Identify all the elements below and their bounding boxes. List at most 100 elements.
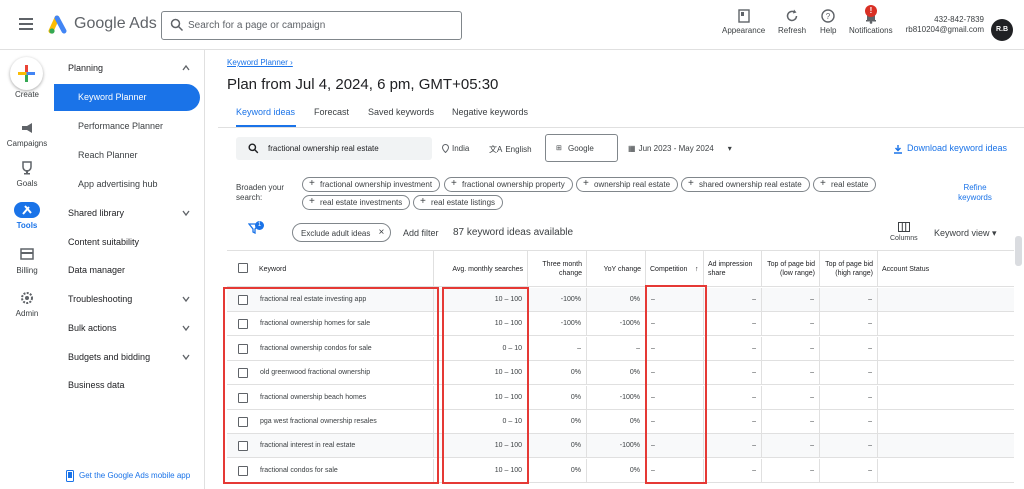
broaden-chip-label: real estate investments bbox=[320, 198, 403, 207]
exclude-adult-ideas-chip[interactable]: Exclude adult ideas × bbox=[292, 223, 392, 242]
nav-app-advertising-hub[interactable]: App advertising hub bbox=[78, 179, 158, 189]
keyword-view-selector[interactable]: Keyword view ▾ bbox=[934, 228, 997, 239]
date-range-selector[interactable]: ▦ Jun 2023 - May 2024 ▾ bbox=[628, 144, 732, 153]
header-competition-label: Competition bbox=[650, 265, 688, 273]
plus-icon: + bbox=[583, 178, 589, 189]
network-label: Google bbox=[568, 144, 594, 153]
create-button[interactable] bbox=[10, 57, 43, 90]
refine-keywords-button[interactable]: Refine keywords bbox=[952, 183, 998, 203]
tab-saved-keywords[interactable]: Saved keywords bbox=[368, 107, 434, 117]
rail-create-label: Create bbox=[14, 90, 39, 99]
keyword-view-label: Keyword view bbox=[934, 228, 990, 238]
broaden-chip[interactable]: + ownership real estate bbox=[576, 177, 679, 192]
header-three-month-change[interactable]: Three month change bbox=[527, 251, 586, 287]
help-button[interactable]: ? Help bbox=[820, 8, 836, 35]
avatar[interactable]: R.B bbox=[991, 19, 1013, 41]
account-info[interactable]: 432-842-7839 rb810204@gmail.com bbox=[906, 15, 984, 35]
network-selector[interactable]: ⊞ Google bbox=[545, 134, 618, 162]
nav-business-data[interactable]: Business data bbox=[68, 380, 125, 390]
mobile-app-link[interactable]: Get the Google Ads mobile app bbox=[66, 470, 190, 482]
breadcrumb-label: Keyword Planner bbox=[227, 58, 288, 67]
cell-yoy-change: – bbox=[586, 336, 645, 360]
nav-reach-planner[interactable]: Reach Planner bbox=[78, 150, 138, 160]
broaden-chip[interactable]: + shared ownership real estate bbox=[681, 177, 810, 192]
broaden-chip[interactable]: + real estate bbox=[813, 177, 877, 192]
menu-icon[interactable] bbox=[19, 18, 33, 30]
rail-goals[interactable]: Goals bbox=[0, 160, 54, 188]
cell-top-bid-low: – bbox=[761, 434, 819, 458]
nav-planning[interactable]: Planning bbox=[68, 63, 103, 73]
rail-create[interactable]: Create bbox=[0, 90, 54, 99]
tab-negative-keywords[interactable]: Negative keywords bbox=[452, 107, 528, 117]
rail-billing-label: Billing bbox=[16, 266, 38, 275]
page-search-input[interactable]: Search for a page or campaign bbox=[161, 11, 462, 40]
location-label: India bbox=[452, 144, 470, 153]
plus-icon: + bbox=[309, 196, 315, 207]
cell-account-status bbox=[877, 336, 1014, 360]
nav-performance-planner[interactable]: Performance Planner bbox=[78, 121, 163, 131]
nav-shared-library[interactable]: Shared library bbox=[68, 208, 124, 218]
language-selector[interactable]: 文A English bbox=[489, 144, 532, 155]
refresh-button[interactable]: Refresh bbox=[778, 8, 806, 35]
header-top-bid-high[interactable]: Top of page bid (high range) bbox=[819, 251, 877, 287]
broaden-chip[interactable]: + fractional ownership investment bbox=[302, 177, 441, 192]
cell-top-bid-high: – bbox=[819, 410, 877, 433]
side-nav: Planning Keyword Planner Performance Pla… bbox=[54, 50, 205, 489]
header-avg-monthly-searches[interactable]: Avg. monthly searches bbox=[433, 251, 527, 287]
tab-forecast[interactable]: Forecast bbox=[314, 107, 349, 117]
location-selector[interactable]: India bbox=[441, 144, 470, 154]
tab-keyword-ideas[interactable]: Keyword ideas bbox=[236, 107, 295, 117]
add-filter-button[interactable]: Add filter bbox=[403, 228, 439, 238]
broaden-chip-label: fractional ownership investment bbox=[320, 180, 433, 189]
nav-bulk-actions[interactable]: Bulk actions bbox=[68, 323, 117, 333]
rail-admin[interactable]: Admin bbox=[0, 290, 54, 318]
cell-ad-impression-share: – bbox=[703, 312, 761, 336]
nav-keyword-planner[interactable]: Keyword Planner bbox=[54, 84, 200, 111]
scrollbar[interactable] bbox=[1015, 236, 1022, 266]
highlight-box-competition bbox=[645, 285, 707, 484]
chevron-down-icon[interactable] bbox=[182, 209, 190, 217]
header-top-bid-low[interactable]: Top of page bid (low range) bbox=[761, 251, 819, 287]
broaden-chip[interactable]: + real estate investments bbox=[302, 195, 411, 210]
plus-icon: + bbox=[688, 178, 694, 189]
brand-name: Google Ads bbox=[74, 15, 157, 32]
chevron-down-icon[interactable] bbox=[182, 295, 190, 303]
mobile-app-label: Get the Google Ads mobile app bbox=[79, 471, 191, 481]
chevron-down-icon[interactable] bbox=[182, 353, 190, 361]
cell-three-month-change: 0% bbox=[527, 458, 586, 482]
rail-campaigns[interactable]: Campaigns bbox=[0, 120, 54, 148]
header-competition[interactable]: Competition ↑ bbox=[645, 251, 703, 287]
calendar-icon: ▦ bbox=[628, 144, 636, 153]
nav-data-manager[interactable]: Data manager bbox=[68, 265, 125, 275]
nav-content-suitability[interactable]: Content suitability bbox=[68, 237, 139, 247]
page-title: Plan from Jul 4, 2024, 6 pm, GMT+05:30 bbox=[227, 76, 499, 93]
dropdown-arrow-icon: ▾ bbox=[992, 228, 997, 238]
header-ad-impression-share[interactable]: Ad impression share bbox=[703, 251, 761, 287]
header-account-status[interactable]: Account Status bbox=[877, 251, 1014, 287]
chevron-down-icon[interactable] bbox=[182, 324, 190, 332]
rail-billing[interactable]: Billing bbox=[0, 247, 54, 275]
header-yoy-change[interactable]: YoY change bbox=[586, 251, 645, 287]
header-keyword[interactable]: Keyword bbox=[255, 251, 433, 287]
breadcrumb[interactable]: Keyword Planner › bbox=[227, 58, 293, 67]
close-icon[interactable]: × bbox=[379, 227, 385, 238]
download-keyword-ideas-button[interactable]: Download keyword ideas bbox=[893, 143, 1007, 154]
chevron-up-icon[interactable] bbox=[182, 64, 190, 72]
broaden-chip[interactable]: + fractional ownership property bbox=[444, 177, 573, 192]
download-label: Download keyword ideas bbox=[907, 143, 1008, 153]
rail-tools[interactable]: Tools bbox=[0, 202, 54, 230]
cell-ad-impression-share: – bbox=[703, 458, 761, 482]
search-icon bbox=[170, 18, 184, 32]
columns-button[interactable]: Columns bbox=[890, 222, 918, 242]
keyword-search-input[interactable]: fractional ownership real estate bbox=[236, 137, 432, 160]
notifications-button[interactable]: ! Notifications bbox=[849, 5, 893, 35]
nav-troubleshooting[interactable]: Troubleshooting bbox=[68, 294, 132, 304]
select-all-checkbox[interactable] bbox=[238, 263, 248, 273]
cell-top-bid-high: – bbox=[819, 458, 877, 482]
nav-budgets-and-bidding[interactable]: Budgets and bidding bbox=[68, 352, 150, 362]
cell-ad-impression-share: – bbox=[703, 385, 761, 409]
broaden-chip[interactable]: + real estate listings bbox=[413, 195, 504, 210]
location-pin-icon bbox=[441, 144, 450, 154]
appearance-button[interactable]: Appearance bbox=[722, 8, 765, 35]
broaden-chip-label: fractional ownership property bbox=[462, 180, 565, 189]
